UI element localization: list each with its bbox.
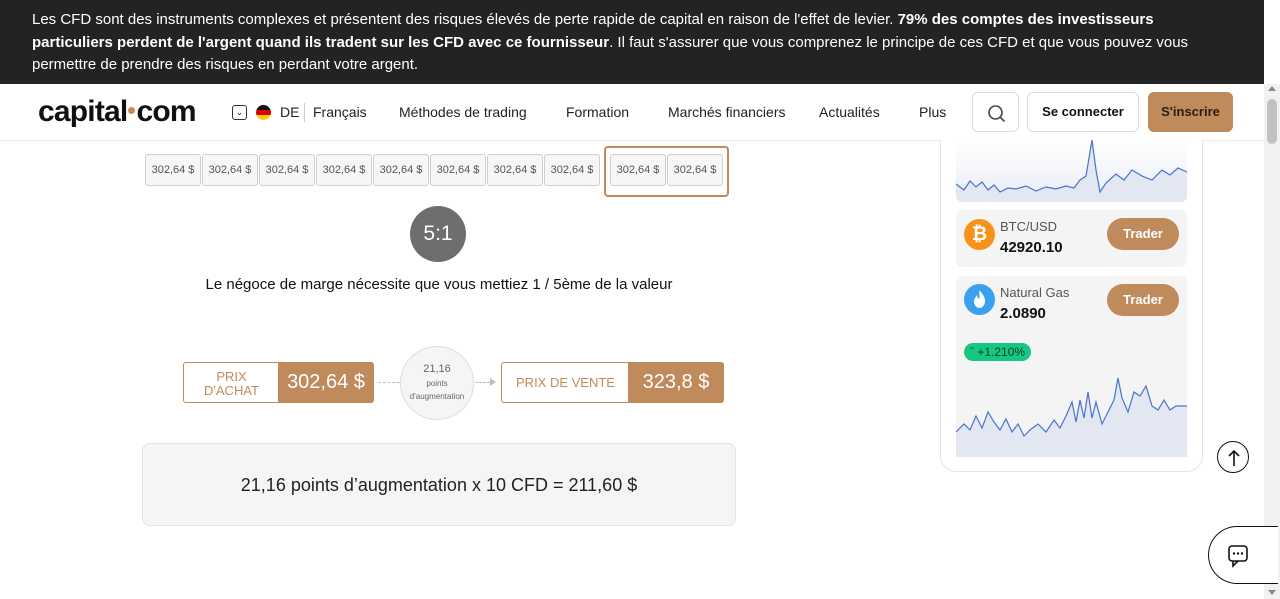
price-box: 302,64 $ [487,154,543,186]
buy-price-value: 302,64 $ [278,362,374,403]
nav-news[interactable]: Actualités [819,104,880,120]
leverage-ratio-badge: 5:1 [410,206,466,262]
buy-label-line1: PRIX [216,369,247,384]
page-scrollbar[interactable] [1264,84,1280,599]
search-icon [988,105,1005,122]
nav-financial-markets[interactable]: Marchés financiers [668,104,786,120]
germany-flag-icon[interactable] [256,105,271,120]
language-divider [304,103,305,122]
scrollbar-thumb[interactable] [1267,99,1277,144]
asset-name: Natural Gas [1000,285,1070,300]
price-box: 302,64 $ [202,154,258,186]
buy-label-line2: D'ACHAT [204,383,259,398]
login-button[interactable]: Se connecter [1027,92,1139,132]
price-box: 302,64 $ [259,154,315,186]
price-box: 302,64 $ [430,154,486,186]
price-sparkline-chart [956,140,1187,202]
trade-button-natural-gas[interactable]: Trader [1107,284,1179,316]
arrow-right-icon [490,378,496,386]
price-box-highlighted: 302,64 $ [667,154,723,186]
arrow-up-icon [1228,449,1240,466]
logo-text-part1: capital [38,95,128,128]
connector-dash-left [378,382,400,383]
natural-gas-sparkline [956,377,1187,457]
market-card-natural-gas[interactable]: Natural Gas 2.0890 Trader ˆ +1.210% [956,276,1187,457]
increase-desc: d'augmentation [409,392,465,401]
price-box: 302,64 $ [316,154,372,186]
price-box: 302,64 $ [544,154,600,186]
nav-more[interactable]: Plus [919,104,946,120]
price-box-highlighted: 302,64 $ [610,154,666,186]
bitcoin-icon: ₿ [964,219,995,250]
nav-trading-methods[interactable]: Méthodes de trading [399,104,527,120]
connector-dash-right [475,382,490,383]
scroll-to-top-button[interactable] [1217,441,1249,473]
chevron-down-icon[interactable]: ⌄ [232,105,247,120]
signup-button[interactable]: S'inscrire [1148,92,1233,132]
price-box: 302,64 $ [373,154,429,186]
search-button[interactable] [972,92,1019,132]
price-box: 302,64 $ [145,154,201,186]
sparkline-svg [956,140,1187,202]
sell-price-label: PRIX DE VENTE [501,362,629,403]
language-selector[interactable]: Français [313,104,367,120]
asset-price: 2.0890 [1000,305,1046,322]
flame-glyph [974,290,985,308]
chat-support-button[interactable] [1208,526,1278,584]
chat-icon [1228,545,1248,568]
profit-result-box: 21,16 points d’augmentation x 10 CFD = 2… [142,443,736,526]
scroll-down-arrow-icon[interactable] [1268,590,1276,595]
increase-value: 21,16 [423,363,451,375]
sell-price-value: 323,8 $ [628,362,724,403]
trade-button-btc[interactable]: Trader [1107,218,1179,250]
margin-explanation: Le négoce de marge nécessite que vous me… [205,276,673,293]
flame-icon [964,284,995,315]
market-card-btc[interactable]: ₿ BTC/USD 42920.10 Trader [956,210,1187,267]
asset-name: BTC/USD [1000,219,1058,234]
change-value: +1.210% [977,345,1026,359]
site-header: capital com ⌄ DE Français Méthodes de tra… [0,84,1264,141]
buy-price-label: PRIX D'ACHAT [183,362,279,403]
nav-education[interactable]: Formation [566,104,629,120]
increase-unit: points [426,379,448,388]
country-code[interactable]: DE [280,104,299,120]
page-root: { "risk_banner": { "text_part1": "Les CF… [0,0,1280,599]
increase-points-circle: 21,16 points d'augmentation [400,346,474,420]
chevron-up-icon: ˆ [970,345,974,359]
logo-dot [128,106,136,114]
risk-warning-banner: Les CFD sont des instruments complexes e… [0,0,1264,84]
logo-text-part2: com [136,95,196,128]
scroll-up-arrow-icon[interactable] [1268,86,1276,91]
price-change-badge: ˆ +1.210% [964,343,1032,361]
capital-com-logo[interactable]: capital com [38,95,197,129]
risk-text-1: Les CFD sont des instruments complexes e… [32,11,894,28]
asset-price: 42920.10 [1000,239,1063,256]
